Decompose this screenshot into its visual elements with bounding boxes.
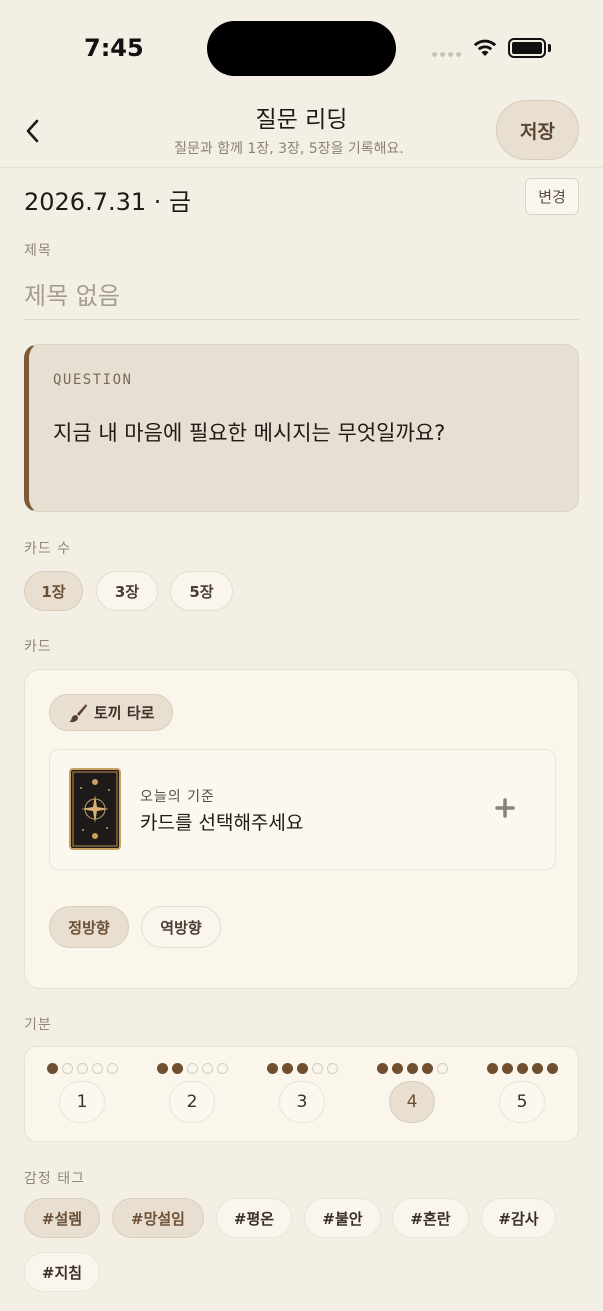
mood-option-2[interactable]: 2: [152, 1063, 232, 1127]
deck-label: 토끼 타로: [94, 704, 155, 722]
plus-icon: [495, 798, 515, 818]
mood-level-dots: [372, 1063, 452, 1074]
card-count-option-1[interactable]: 1장: [24, 571, 83, 611]
orientation-reversed[interactable]: 역방향: [141, 906, 221, 948]
emotion-tag[interactable]: #평온: [216, 1198, 292, 1238]
brush-icon: [69, 703, 87, 722]
card-count-label: 카드 수: [24, 541, 72, 557]
mood-level-dots: [262, 1063, 342, 1074]
mood-number: 1: [59, 1081, 105, 1123]
card-count-option-5[interactable]: 5장: [170, 571, 233, 611]
emotion-tag[interactable]: #혼란: [392, 1198, 469, 1238]
save-button[interactable]: 저장: [496, 100, 579, 160]
title-input[interactable]: [24, 272, 579, 320]
card-panel: 토끼 타로 오늘의 기준 카드를 선택해주세요 정방향 역방향: [24, 669, 579, 989]
question-text: 지금 내 마음에 필요한 메시지는 무엇일까요?: [53, 421, 446, 445]
mood-level-dots: [482, 1063, 562, 1074]
title-label: 제목: [24, 243, 52, 259]
mood-selector: 1 2 3 4 5: [24, 1046, 579, 1142]
mood-option-3[interactable]: 3: [262, 1063, 342, 1127]
status-bar: 7:45: [0, 0, 603, 90]
emotion-tag[interactable]: #설렘: [24, 1198, 100, 1238]
mood-option-1[interactable]: 1: [42, 1063, 122, 1127]
mood-option-5[interactable]: 5: [482, 1063, 562, 1127]
question-card[interactable]: QUESTION 지금 내 마음에 필요한 메시지는 무엇일까요?: [24, 344, 579, 512]
mood-number: 4: [389, 1081, 435, 1123]
mood-option-4[interactable]: 4: [372, 1063, 452, 1127]
card-slot-position: 오늘의 기준: [140, 789, 215, 805]
mood-number: 2: [169, 1081, 215, 1123]
cards-label: 카드: [24, 639, 52, 655]
emotion-tag[interactable]: #지침: [24, 1252, 100, 1292]
battery-icon: [508, 38, 546, 58]
emotion-tag[interactable]: #망설임: [112, 1198, 204, 1238]
cellular-signal-icon: [432, 52, 461, 57]
change-date-button[interactable]: 변경: [525, 178, 579, 215]
orientation-upright[interactable]: 정방향: [49, 906, 129, 948]
question-eyebrow: QUESTION: [53, 372, 133, 388]
page-subtitle: 질문과 함께 1장, 3장, 5장을 기록해요.: [174, 141, 404, 157]
card-slot[interactable]: 오늘의 기준 카드를 선택해주세요: [49, 749, 556, 870]
mood-label: 기분: [24, 1017, 52, 1033]
mood-level-dots: [42, 1063, 122, 1074]
dynamic-island: [207, 21, 396, 76]
mood-number: 5: [499, 1081, 545, 1123]
top-nav-bar: 질문 리딩 질문과 함께 1장, 3장, 5장을 기록해요. 저장: [0, 90, 603, 168]
status-time: 7:45: [84, 34, 144, 62]
emotion-tags-label: 감정 태그: [24, 1171, 85, 1187]
card-count-option-3[interactable]: 3장: [96, 571, 158, 611]
mood-level-dots: [152, 1063, 232, 1074]
mood-number: 3: [279, 1081, 325, 1123]
deck-select-button[interactable]: 토끼 타로: [49, 694, 174, 731]
tarot-card-back-image: [69, 768, 121, 850]
wifi-icon: [473, 39, 497, 56]
emotion-tag[interactable]: #감사: [481, 1198, 556, 1238]
emotion-tag[interactable]: #불안: [304, 1198, 381, 1238]
reading-date: 2026.7.31 · 금: [24, 188, 192, 216]
add-card-button[interactable]: [492, 795, 518, 821]
card-slot-prompt: 카드를 선택해주세요: [140, 812, 304, 834]
